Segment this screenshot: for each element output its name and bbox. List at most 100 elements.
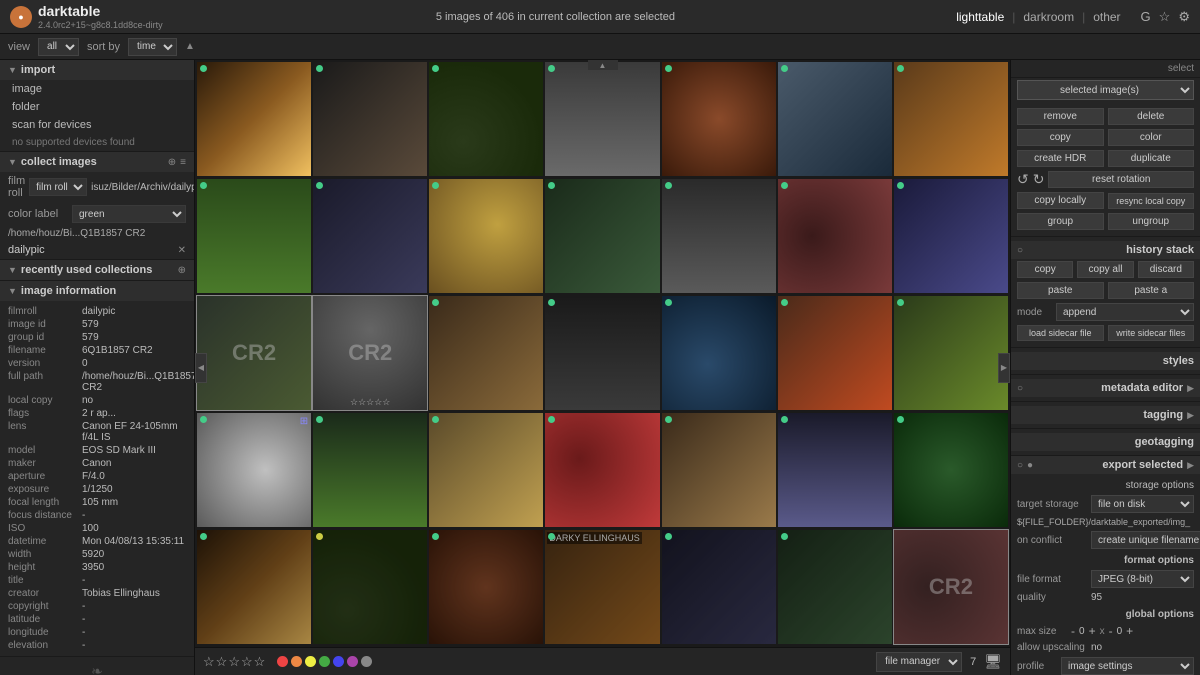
copy-hist-button[interactable]: copy xyxy=(1017,261,1073,278)
gray-label-filter[interactable] xyxy=(361,656,372,667)
size-w-minus[interactable]: - xyxy=(1069,624,1077,638)
color-label-select[interactable]: green xyxy=(72,205,186,223)
grid-item[interactable] xyxy=(313,530,427,644)
right-panel-toggle[interactable]: ▶ xyxy=(998,353,1010,383)
remove-button[interactable]: remove xyxy=(1017,108,1104,125)
view-mode-select[interactable]: file manager xyxy=(876,652,962,672)
grid-item[interactable] xyxy=(313,179,427,293)
nav-lighttable[interactable]: lighttable xyxy=(948,8,1012,26)
grid-item[interactable] xyxy=(662,179,776,293)
grid-item[interactable] xyxy=(313,62,427,176)
reset-rotation-button[interactable]: reset rotation xyxy=(1048,171,1194,188)
collect-edit-icon[interactable]: ⊕ xyxy=(168,157,176,168)
grid-item[interactable] xyxy=(429,296,543,410)
grid-item[interactable]: ⊞ xyxy=(197,413,311,527)
color-button[interactable]: color xyxy=(1108,129,1195,146)
image-info-header[interactable]: ▼ image information xyxy=(0,281,194,301)
import-folder-item[interactable]: folder xyxy=(0,98,194,116)
write-sidecar-button[interactable]: write sidecar files xyxy=(1108,325,1195,341)
grid-item[interactable] xyxy=(778,62,892,176)
filmroll-type-select[interactable]: film roll xyxy=(29,178,87,196)
grid-item[interactable] xyxy=(894,413,1008,527)
grid-item[interactable] xyxy=(197,179,311,293)
grid-item[interactable] xyxy=(662,62,776,176)
sort-asc-icon[interactable]: ▲ xyxy=(185,41,195,52)
resync-local-button[interactable]: resync local copy xyxy=(1108,193,1195,209)
copy-locally-button[interactable]: copy locally xyxy=(1017,192,1104,209)
rotate-ccw-icon[interactable]: ↺ xyxy=(1017,171,1029,188)
delete-collection-icon[interactable]: ✕ xyxy=(178,245,186,256)
collect-header[interactable]: ▼ collect images ⊕ ≡ xyxy=(0,152,194,172)
import-header[interactable]: ▼ import xyxy=(0,60,194,80)
grid-item[interactable] xyxy=(429,179,543,293)
size-h-minus[interactable]: - xyxy=(1107,624,1115,638)
import-scan-item[interactable]: scan for devices xyxy=(0,116,194,134)
grid-item[interactable]: CR2 xyxy=(197,296,311,410)
ungroup-button[interactable]: ungroup xyxy=(1108,213,1195,230)
view-select[interactable]: all xyxy=(38,38,79,56)
grid-item[interactable]: CR2 xyxy=(894,530,1008,644)
grid-item[interactable] xyxy=(662,296,776,410)
top-panel-toggle[interactable]: ▲ xyxy=(588,60,618,70)
star-icon[interactable]: ☆ xyxy=(1159,9,1171,25)
grid-item[interactable] xyxy=(429,62,543,176)
green-label-filter[interactable] xyxy=(319,656,330,667)
create-hdr-button[interactable]: create HDR xyxy=(1017,150,1104,167)
profile-select[interactable]: image settings xyxy=(1061,657,1194,675)
copy-all-button[interactable]: copy all xyxy=(1077,261,1133,278)
recently-used-options-icon[interactable]: ⊕ xyxy=(178,265,186,276)
selected-images-select[interactable]: selected image(s) xyxy=(1017,80,1194,100)
group-button[interactable]: group xyxy=(1017,213,1104,230)
styles-header[interactable]: styles xyxy=(1011,352,1200,370)
metadata-header[interactable]: ○ metadata editor ▶ xyxy=(1011,379,1200,397)
grid-item[interactable] xyxy=(429,413,543,527)
recently-used-header[interactable]: ▼ recently used collections ⊕ xyxy=(0,260,194,280)
copy-button[interactable]: copy xyxy=(1017,129,1104,146)
paste-button[interactable]: paste xyxy=(1017,282,1104,299)
grid-item[interactable] xyxy=(545,179,659,293)
grid-item[interactable] xyxy=(197,62,311,176)
collect-options-icon[interactable]: ≡ xyxy=(180,157,186,168)
grid-item[interactable] xyxy=(429,530,543,644)
image-grid[interactable]: CR2 CR2 ☆☆☆☆☆ xyxy=(195,60,1010,647)
star-rating-filter[interactable]: ☆ ☆ ☆ ☆ ☆ xyxy=(203,654,265,670)
load-sidecar-button[interactable]: load sidecar file xyxy=(1017,325,1104,341)
grid-item[interactable] xyxy=(545,62,659,176)
gear-icon[interactable]: ⚙ xyxy=(1178,9,1190,25)
delete-button[interactable]: delete xyxy=(1108,108,1195,125)
mode-select[interactable]: append xyxy=(1056,303,1194,321)
rotate-cw-icon[interactable]: ↻ xyxy=(1033,171,1045,188)
grid-item[interactable] xyxy=(313,413,427,527)
nav-darkroom[interactable]: darkroom xyxy=(1015,8,1082,26)
red-label-filter[interactable] xyxy=(277,656,288,667)
left-panel-toggle[interactable]: ◀ xyxy=(195,353,207,383)
grid-item[interactable] xyxy=(545,413,659,527)
geotagging-header[interactable]: geotagging xyxy=(1011,433,1200,451)
target-storage-select[interactable]: file on disk xyxy=(1091,495,1194,513)
discard-button[interactable]: discard xyxy=(1138,261,1194,278)
monitor-icon[interactable]: 🖥 xyxy=(984,653,1002,670)
grid-item[interactable] xyxy=(894,179,1008,293)
grid-item[interactable] xyxy=(894,296,1008,410)
history-header[interactable]: ○ history stack xyxy=(1011,241,1200,259)
import-image-item[interactable]: image xyxy=(0,80,194,98)
orange-label-filter[interactable] xyxy=(291,656,302,667)
file-format-select[interactable]: JPEG (8-bit) xyxy=(1091,570,1194,588)
size-w-plus[interactable]: + xyxy=(1087,624,1098,638)
grid-item[interactable]: CR2 ☆☆☆☆☆ xyxy=(313,296,427,410)
nav-other[interactable]: other xyxy=(1085,8,1128,26)
sort-select[interactable]: time xyxy=(128,38,177,56)
size-h-plus[interactable]: + xyxy=(1124,624,1135,638)
grid-item[interactable] xyxy=(894,62,1008,176)
purple-label-filter[interactable] xyxy=(347,656,358,667)
grid-item[interactable] xyxy=(778,179,892,293)
grid-item[interactable] xyxy=(778,530,892,644)
yellow-label-filter[interactable] xyxy=(305,656,316,667)
export-header[interactable]: ○ ● export selected ▶ xyxy=(1011,456,1200,474)
grid-item[interactable]: DARKY ELLINGHAUS xyxy=(545,530,659,644)
grid-item[interactable] xyxy=(662,413,776,527)
grid-item[interactable] xyxy=(778,413,892,527)
duplicate-button[interactable]: duplicate xyxy=(1108,150,1195,167)
blue-label-filter[interactable] xyxy=(333,656,344,667)
grid-item[interactable] xyxy=(662,530,776,644)
